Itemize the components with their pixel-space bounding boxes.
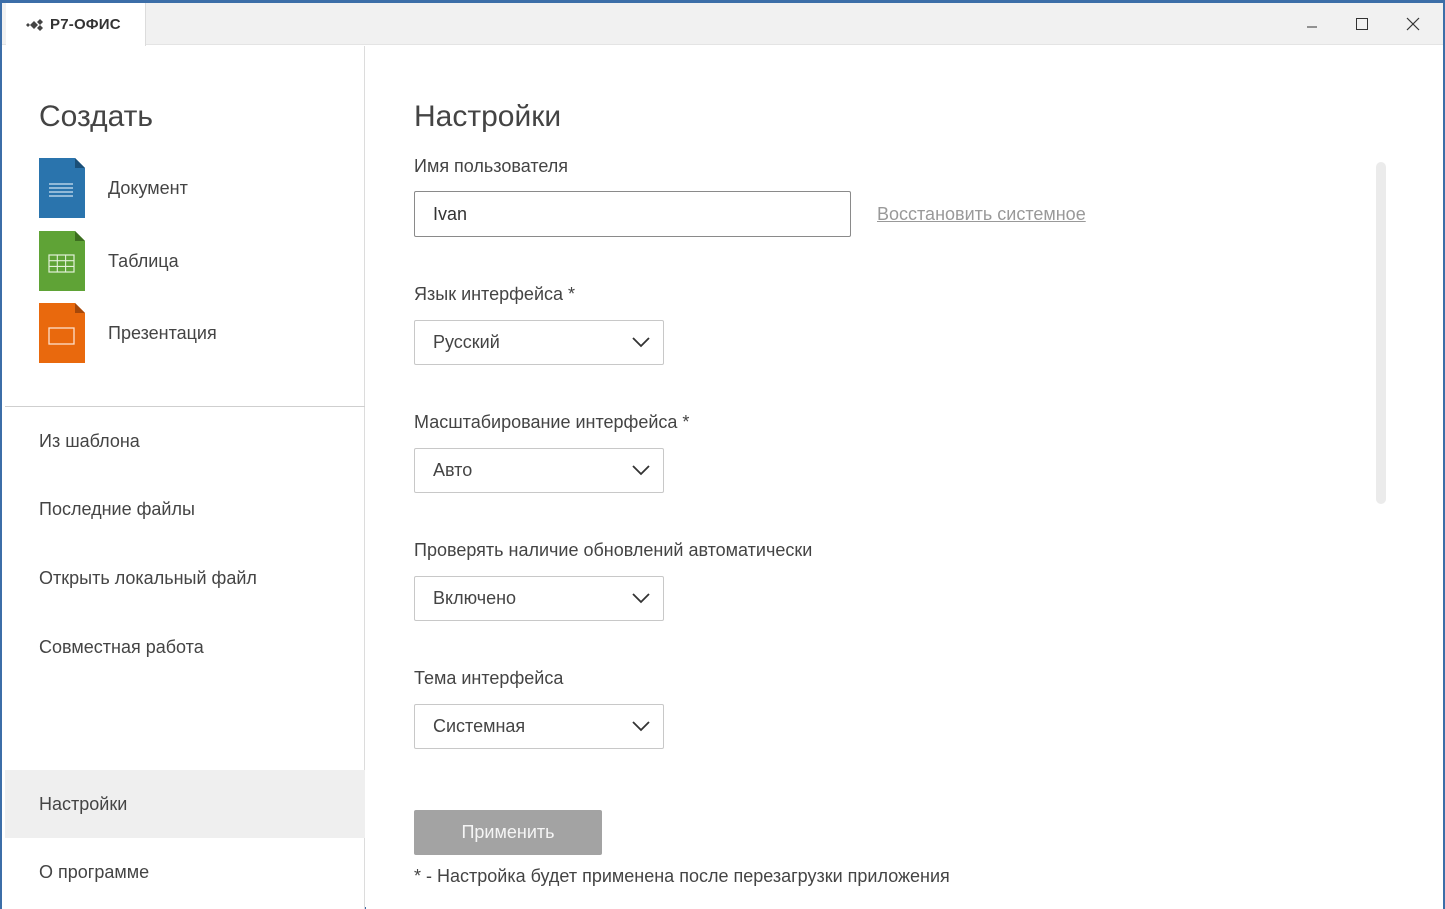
scaling-select[interactable]: Авто bbox=[414, 448, 664, 493]
close-icon bbox=[1406, 17, 1420, 31]
chevron-down-icon bbox=[632, 721, 650, 732]
nav-item-recent-files[interactable]: Последние файлы bbox=[5, 475, 365, 543]
apply-button[interactable]: Применить bbox=[414, 810, 602, 855]
close-button[interactable] bbox=[1390, 9, 1436, 39]
create-document-item[interactable]: Документ bbox=[39, 157, 339, 219]
minimize-icon bbox=[1307, 26, 1317, 28]
scaling-label: Масштабирование интерфейса * bbox=[414, 412, 690, 432]
scaling-select-value: Авто bbox=[433, 460, 473, 480]
scrollbar[interactable] bbox=[1376, 162, 1386, 504]
chevron-down-icon bbox=[632, 593, 650, 604]
create-spreadsheet-label: Таблица bbox=[108, 250, 179, 271]
create-presentation-item[interactable]: Презентация bbox=[39, 302, 339, 364]
minimize-button[interactable] bbox=[1289, 9, 1335, 39]
settings-panel: Настройки Имя пользователя Восстановить … bbox=[366, 46, 1443, 909]
presentation-icon bbox=[39, 303, 85, 363]
restart-note: * - Настройка будет применена после пере… bbox=[414, 866, 950, 886]
username-input[interactable] bbox=[414, 191, 851, 237]
theme-select-value: Системная bbox=[433, 716, 526, 736]
nav-item-from-template[interactable]: Из шаблона bbox=[5, 407, 365, 475]
create-title: Создать bbox=[39, 100, 154, 133]
nav-item-collaboration[interactable]: Совместная работа bbox=[5, 613, 365, 681]
updates-select-value: Включено bbox=[433, 588, 517, 608]
nav-item-about[interactable]: О программе bbox=[5, 838, 365, 906]
username-label: Имя пользователя bbox=[414, 156, 569, 176]
title-bar: Р7-ОФИС bbox=[2, 3, 1443, 46]
updates-label: Проверять наличие обновлений автоматичес… bbox=[414, 540, 813, 560]
app-name: Р7-ОФИС bbox=[50, 16, 121, 33]
maximize-icon bbox=[1356, 18, 1368, 30]
app-window: Р7-ОФИС Создать Документ Таблица Презент… bbox=[0, 0, 1445, 909]
create-spreadsheet-item[interactable]: Таблица bbox=[39, 230, 339, 292]
maximize-button[interactable] bbox=[1339, 9, 1385, 39]
updates-select[interactable]: Включено bbox=[414, 576, 664, 621]
theme-select[interactable]: Системная bbox=[414, 704, 664, 749]
language-select[interactable]: Русский bbox=[414, 320, 664, 365]
app-tab[interactable]: Р7-ОФИС bbox=[6, 3, 146, 46]
chevron-down-icon bbox=[632, 337, 650, 348]
chevron-down-icon bbox=[632, 465, 650, 476]
restore-system-link[interactable]: Восстановить системное bbox=[877, 204, 1086, 225]
theme-label: Тема интерфейса bbox=[414, 668, 564, 688]
r7-logo-icon bbox=[26, 18, 43, 31]
sidebar: Создать Документ Таблица Презентация Из … bbox=[2, 46, 365, 909]
page-title: Настройки bbox=[414, 100, 562, 133]
create-document-label: Документ bbox=[108, 177, 188, 198]
language-select-value: Русский bbox=[433, 332, 500, 352]
document-icon bbox=[39, 158, 85, 218]
nav-item-settings[interactable]: Настройки bbox=[5, 770, 365, 838]
spreadsheet-icon bbox=[39, 231, 85, 291]
nav-item-open-local-file[interactable]: Открыть локальный файл bbox=[5, 544, 365, 612]
language-label: Язык интерфейса * bbox=[414, 284, 576, 304]
create-presentation-label: Презентация bbox=[108, 322, 217, 343]
